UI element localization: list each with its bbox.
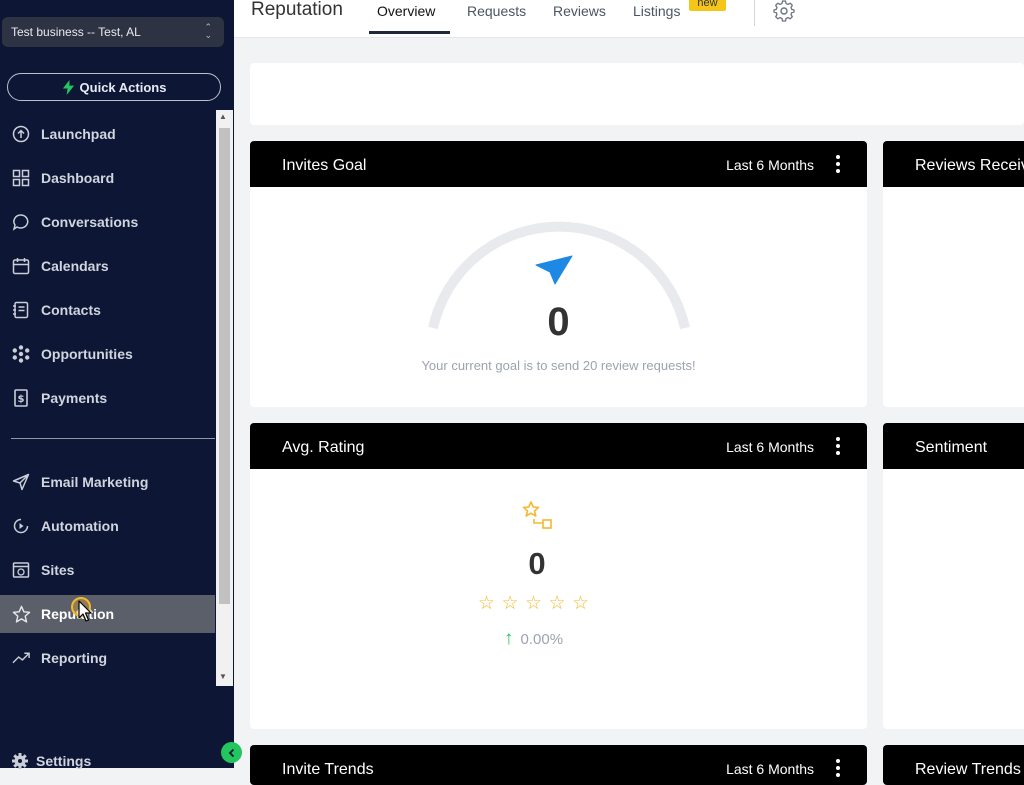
sidebar-item-label: Email Marketing bbox=[41, 474, 149, 490]
card-header: Review Trends bbox=[883, 745, 1024, 785]
sidebar-item-label: Calendars bbox=[41, 258, 109, 274]
automation-icon bbox=[11, 516, 31, 536]
card-title: Review Trends bbox=[915, 761, 1021, 778]
card-title: Reviews Received bbox=[915, 157, 1024, 174]
lightning-icon bbox=[62, 79, 74, 95]
more-options-icon[interactable] bbox=[836, 437, 840, 458]
star-icon: ☆ bbox=[572, 593, 590, 614]
location-name: Test business -- Test, AL bbox=[11, 25, 141, 39]
sidebar-item-label: Settings bbox=[36, 753, 92, 769]
avg-rating-value: 0 bbox=[528, 546, 546, 581]
tab-reviews[interactable]: Reviews bbox=[553, 3, 606, 19]
dashboard-icon bbox=[11, 168, 31, 188]
sidebar-item-launchpad[interactable]: Launchpad bbox=[0, 115, 215, 153]
sidebar-item-contacts[interactable]: Contacts bbox=[0, 291, 215, 329]
sidebar-scrollbar-thumb[interactable] bbox=[219, 128, 230, 604]
sidebar-item-label: Conversations bbox=[41, 214, 139, 230]
tab-overview[interactable]: Overview bbox=[377, 3, 435, 19]
contacts-icon bbox=[11, 300, 31, 320]
arrow-up-icon: ↑ bbox=[504, 628, 514, 649]
review-trends-card: Review Trends bbox=[883, 745, 1024, 785]
reporting-icon bbox=[11, 648, 31, 668]
sidebar-item-calendars[interactable]: Calendars bbox=[0, 247, 215, 285]
settings-gear-button[interactable] bbox=[773, 0, 795, 27]
send-icon bbox=[535, 255, 573, 285]
star-icon: ☆ bbox=[525, 593, 543, 614]
opportunities-icon bbox=[11, 344, 31, 364]
sidebar-item-label: Payments bbox=[41, 390, 108, 406]
card-title: Invite Trends bbox=[282, 761, 374, 778]
date-range[interactable]: Last 6 Months bbox=[726, 761, 814, 777]
active-tab-indicator bbox=[369, 31, 450, 34]
sidebar: Test business -- Test, AL ⌃ ⌄ Quick Actio… bbox=[0, 0, 234, 769]
sidebar-item-label: Reporting bbox=[41, 650, 108, 666]
chevron-updown-icon: ⌃ ⌄ bbox=[204, 22, 212, 40]
card-header: Reviews Received bbox=[883, 141, 1024, 187]
invites-goal-value: 0 bbox=[547, 300, 570, 344]
send-icon bbox=[11, 472, 31, 492]
sidebar-item-label: Contacts bbox=[41, 302, 101, 318]
rating-stars: ☆ ☆ ☆ ☆ ☆ bbox=[478, 592, 596, 615]
sidebar-divider bbox=[11, 438, 215, 439]
scroll-up-arrow-icon[interactable]: ▲ bbox=[219, 112, 227, 121]
sites-icon bbox=[11, 560, 31, 580]
sidebar-item-label: Sites bbox=[41, 562, 75, 578]
chevron-left-icon bbox=[228, 748, 234, 757]
sidebar-item-label: Automation bbox=[41, 518, 119, 534]
sidebar-item-dashboard[interactable]: Dashboard bbox=[0, 159, 215, 197]
tab-separator bbox=[754, 0, 755, 26]
star-icon bbox=[11, 604, 31, 624]
payments-icon: $ bbox=[11, 388, 31, 408]
rating-change-value: 0.00% bbox=[520, 630, 564, 648]
tab-listings[interactable]: Listings bbox=[633, 3, 680, 19]
collapse-sidebar-button[interactable] bbox=[221, 742, 242, 763]
sidebar-item-email-marketing[interactable]: Email Marketing bbox=[0, 463, 215, 501]
calendar-icon bbox=[11, 256, 31, 276]
sidebar-item-settings[interactable]: Settings bbox=[0, 748, 215, 774]
tab-requests[interactable]: Requests bbox=[467, 3, 526, 19]
new-badge: new bbox=[689, 0, 726, 11]
sidebar-item-automation[interactable]: Automation bbox=[0, 507, 215, 545]
sidebar-item-reputation[interactable]: Reputation bbox=[0, 595, 215, 633]
gear-icon bbox=[773, 0, 795, 22]
location-switcher[interactable]: Test business -- Test, AL ⌃ ⌄ bbox=[2, 17, 224, 47]
svg-text:$: $ bbox=[18, 394, 25, 405]
placeholder-card bbox=[250, 63, 1024, 125]
scroll-down-arrow-icon[interactable]: ▼ bbox=[219, 672, 227, 681]
sidebar-item-label: Dashboard bbox=[41, 170, 115, 186]
sidebar-item-reporting[interactable]: Reporting bbox=[0, 639, 215, 677]
sentiment-card: Sentiment bbox=[883, 423, 1024, 729]
sidebar-item-opportunities[interactable]: Opportunities bbox=[0, 335, 215, 373]
quick-actions-button[interactable]: Quick Actions bbox=[7, 73, 221, 101]
sidebar-item-label: Launchpad bbox=[41, 126, 116, 142]
sidebar-item-payments[interactable]: $ Payments bbox=[0, 379, 215, 417]
invite-trends-card: Invite Trends Last 6 Months bbox=[250, 745, 867, 785]
quick-actions-label: Quick Actions bbox=[79, 79, 167, 95]
star-icon: ☆ bbox=[478, 593, 496, 614]
chat-icon bbox=[11, 212, 31, 232]
star-icon: ☆ bbox=[548, 593, 566, 614]
star-icon: ☆ bbox=[501, 593, 519, 614]
card-header: Avg. Rating Last 6 Months bbox=[250, 423, 867, 469]
card-header: Invite Trends Last 6 Months bbox=[250, 745, 867, 785]
sidebar-item-sites[interactable]: Sites bbox=[0, 551, 215, 589]
card-title: Avg. Rating bbox=[282, 439, 365, 456]
card-header: Sentiment bbox=[883, 423, 1024, 469]
more-options-icon[interactable] bbox=[836, 759, 840, 780]
rating-change: ↑ 0.00% bbox=[504, 628, 563, 650]
reviews-received-card: Reviews Received bbox=[883, 141, 1024, 407]
sidebar-item-conversations[interactable]: Conversations bbox=[0, 203, 215, 241]
invites-goal-message: Your current goal is to send 20 review r… bbox=[421, 358, 696, 373]
rating-icon bbox=[522, 501, 552, 529]
gear-icon bbox=[11, 752, 29, 770]
top-bar: Reputation Overview Requests Reviews Lis… bbox=[234, 0, 1024, 38]
launchpad-icon bbox=[11, 124, 31, 144]
page-title: Reputation bbox=[251, 0, 343, 20]
card-title: Sentiment bbox=[915, 439, 988, 456]
sidebar-item-label: Opportunities bbox=[41, 346, 133, 362]
date-range[interactable]: Last 6 Months bbox=[726, 439, 814, 455]
mouse-cursor-icon bbox=[71, 597, 92, 622]
